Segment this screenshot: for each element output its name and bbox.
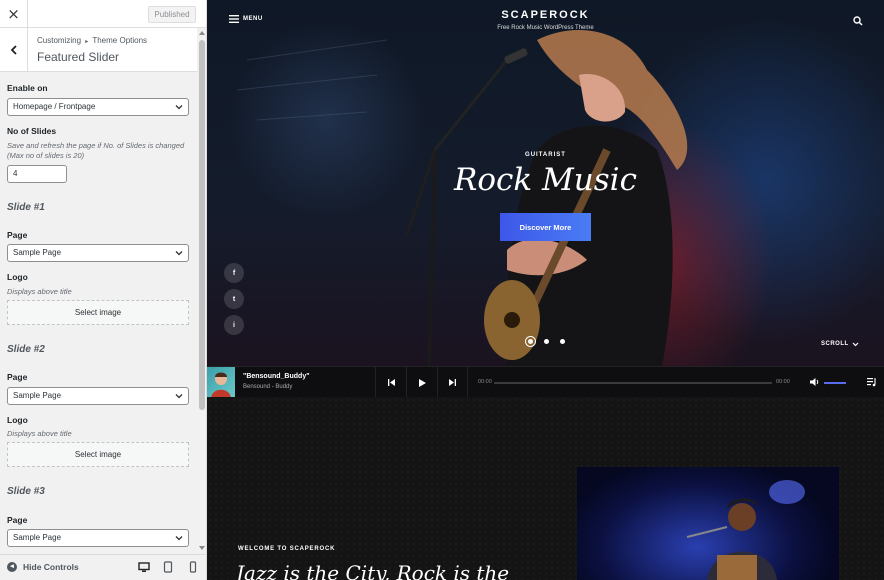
volume-icon[interactable] xyxy=(810,377,820,387)
slide-1-page-value: Sample Page xyxy=(13,248,62,257)
chevron-down-icon xyxy=(175,394,183,399)
desktop-icon[interactable] xyxy=(138,561,150,573)
scroll-up-arrow[interactable] xyxy=(199,31,205,35)
hero-slider: MENU SCAPEROCK Free Rock Music WordPress… xyxy=(207,0,884,366)
scroll-down-arrow[interactable] xyxy=(199,546,205,550)
chevron-down-icon xyxy=(175,536,183,541)
slide-3-page-select[interactable]: Sample Page xyxy=(7,529,189,547)
enable-on-label: Enable on xyxy=(7,83,48,93)
slide-3-page-label: Page xyxy=(7,515,28,525)
slide-2-select-image-button[interactable]: Select image xyxy=(7,442,189,467)
previous-track-button[interactable] xyxy=(375,367,406,398)
slider-dot-3[interactable] xyxy=(560,339,565,344)
scroll-down-button[interactable]: SCROLL xyxy=(821,341,859,347)
search-icon[interactable] xyxy=(853,16,863,26)
slide-2-logo-label: Logo xyxy=(7,415,28,425)
customizer-footer: ◂ Hide Controls xyxy=(0,554,206,580)
welcome-section: WELCOME TO SCAPEROCK Jazz is the City, R… xyxy=(207,397,884,580)
mobile-icon[interactable] xyxy=(187,561,199,573)
no-of-slides-label: No of Slides xyxy=(7,126,57,136)
tablet-icon[interactable] xyxy=(162,561,174,573)
skip-forward-icon xyxy=(449,379,456,386)
discover-more-button[interactable]: Discover More xyxy=(500,213,591,241)
hero-title: Rock Music xyxy=(454,162,637,198)
site-title[interactable]: SCAPEROCK xyxy=(207,9,884,21)
hide-controls-button[interactable]: ◂ Hide Controls xyxy=(7,562,79,572)
no-of-slides-description: Save and refresh the page if No. of Slid… xyxy=(7,141,185,160)
track-thumbnail xyxy=(207,367,235,398)
close-customizer-button[interactable]: × xyxy=(0,0,28,28)
slide-2-page-value: Sample Page xyxy=(13,391,62,400)
slider-dot-2[interactable] xyxy=(544,339,549,344)
audio-player: "Bensound_Buddy" Bensound - Buddy 00:00 … xyxy=(207,366,884,398)
breadcrumb-parent: Customizing xyxy=(37,36,82,45)
twitter-icon[interactable]: t xyxy=(224,289,244,309)
slide-1-page-select[interactable]: Sample Page xyxy=(7,244,189,262)
slider-dot-1[interactable] xyxy=(525,336,536,347)
scroll-label: SCROLL xyxy=(821,341,849,347)
site-tagline: Free Rock Music WordPress Theme xyxy=(497,25,594,31)
section-title: Featured Slider xyxy=(37,50,120,64)
collapse-icon: ◂ xyxy=(7,562,17,572)
instagram-icon[interactable]: i xyxy=(224,315,244,335)
chevron-left-icon xyxy=(10,44,17,55)
chevron-down-icon xyxy=(852,342,859,346)
customizer-header: × Published xyxy=(0,0,206,28)
slide-1-select-image-button[interactable]: Select image xyxy=(7,300,189,325)
time-elapsed: 00:00 xyxy=(478,379,492,385)
enable-on-select[interactable]: Homepage / Frontpage xyxy=(7,98,189,116)
hide-controls-label: Hide Controls xyxy=(23,562,79,572)
hero-subtitle: GUITARIST xyxy=(525,152,566,158)
slide-2-page-select[interactable]: Sample Page xyxy=(7,387,189,405)
welcome-image xyxy=(577,467,839,580)
slide-1-heading: Slide #1 xyxy=(7,202,45,213)
track-artist: Bensound - Buddy xyxy=(243,384,293,390)
skip-back-icon xyxy=(387,379,395,386)
play-icon xyxy=(418,378,426,387)
breadcrumb-current: Theme Options xyxy=(92,36,148,45)
slide-1-logo-label: Logo xyxy=(7,272,28,282)
slide-2-heading: Slide #2 xyxy=(7,344,45,355)
breadcrumb-separator: ▸ xyxy=(85,39,89,45)
next-track-button[interactable] xyxy=(437,367,468,398)
customizer-sidebar: × Published Customizing ▸ Theme Options … xyxy=(0,0,207,580)
back-button[interactable] xyxy=(0,28,28,71)
site-preview: MENU SCAPEROCK Free Rock Music WordPress… xyxy=(207,0,884,580)
chevron-down-icon xyxy=(175,251,183,256)
slide-3-page-value: Sample Page xyxy=(13,533,62,542)
sidebar-scrollbar[interactable] xyxy=(197,28,206,554)
playlist-icon[interactable] xyxy=(867,377,877,387)
progress-bar[interactable] xyxy=(494,382,772,384)
slide-3-heading: Slide #3 xyxy=(7,486,45,497)
facebook-icon[interactable]: f xyxy=(224,263,244,283)
scroll-thumb[interactable] xyxy=(199,40,205,410)
slide-2-logo-description: Displays above title xyxy=(7,429,72,438)
welcome-eyebrow: WELCOME TO SCAPEROCK xyxy=(238,546,336,552)
track-title: "Bensound_Buddy" xyxy=(243,373,310,380)
slide-1-page-label: Page xyxy=(7,230,28,240)
chevron-down-icon xyxy=(175,105,183,110)
enable-on-value: Homepage / Frontpage xyxy=(13,102,96,111)
section-header: Customizing ▸ Theme Options Featured Sli… xyxy=(0,28,197,72)
time-total: 00:00 xyxy=(776,379,790,385)
welcome-title: Jazz is the City, Rock is the xyxy=(236,561,510,580)
breadcrumb: Customizing ▸ Theme Options xyxy=(37,36,147,45)
slide-2-page-label: Page xyxy=(7,372,28,382)
controls-panel: Enable on Homepage / Frontpage No of Sli… xyxy=(0,72,197,554)
published-button[interactable]: Published xyxy=(148,6,196,23)
no-of-slides-input[interactable]: 4 xyxy=(7,165,67,183)
slide-1-logo-description: Displays above title xyxy=(7,287,72,296)
play-button[interactable] xyxy=(406,367,437,398)
volume-slider[interactable] xyxy=(824,382,846,384)
